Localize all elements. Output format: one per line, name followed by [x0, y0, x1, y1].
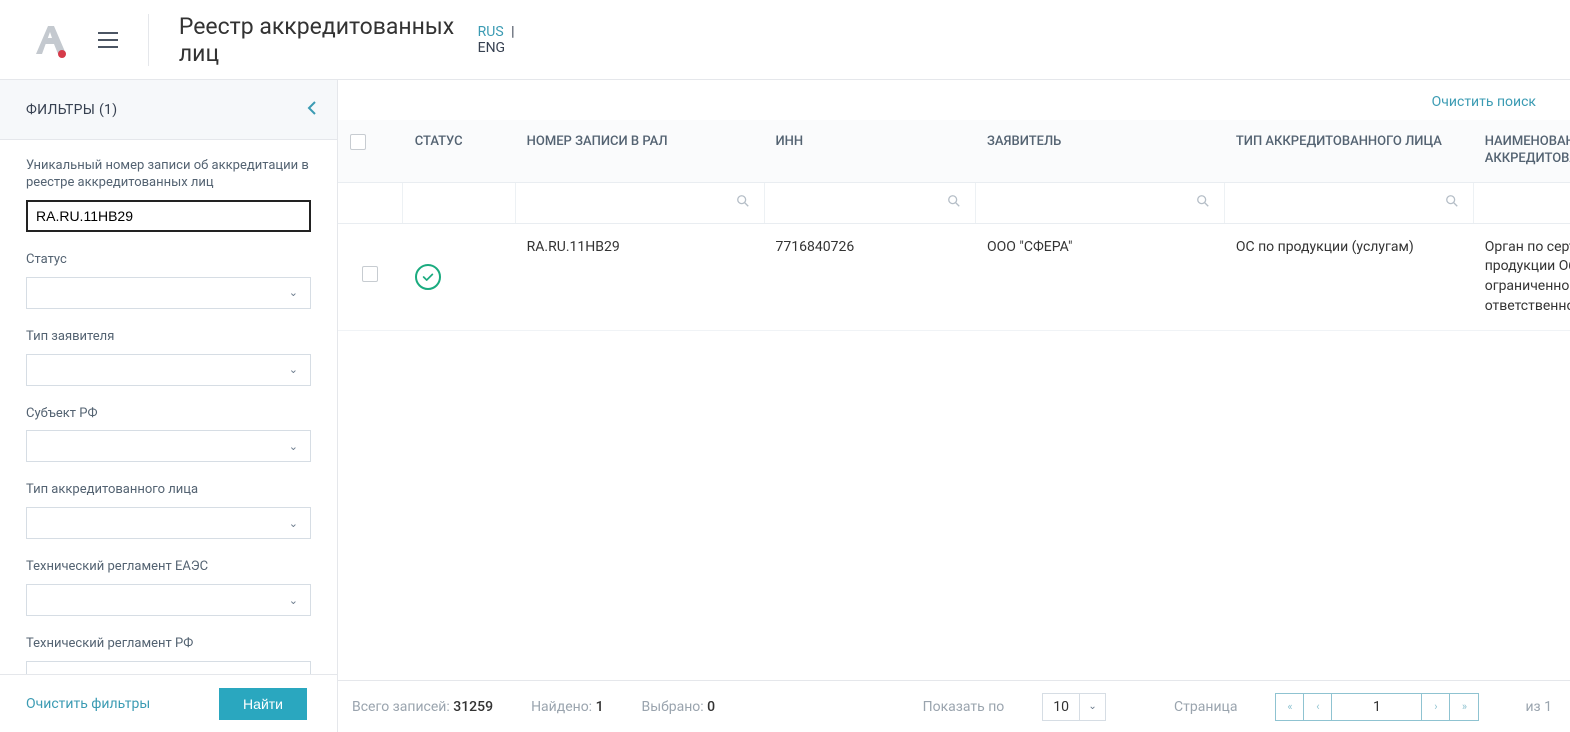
pager-prev[interactable]: ‹	[1304, 694, 1332, 720]
chevron-down-icon: ⌄	[289, 517, 298, 530]
filter-select-accredited-type[interactable]: ⌄	[26, 507, 311, 539]
col-filter-type[interactable]	[1224, 183, 1473, 223]
page-total: 1	[1544, 699, 1552, 715]
col-header-status[interactable]: СТАТУС	[403, 120, 515, 182]
find-button[interactable]: Найти	[219, 688, 307, 720]
filters-title: ФИЛЬТРЫ (1)	[26, 102, 117, 118]
col-filter-applicant[interactable]	[975, 183, 1224, 223]
col-header-name[interactable]: НАИМЕНОВАНИЕ АККРЕДИТОВАННОГО ЛИЦА	[1473, 120, 1570, 182]
pager-first[interactable]: «	[1276, 694, 1304, 720]
filter-label-status: Статус	[26, 252, 311, 269]
filter-label-accredited-type: Тип аккредитованного лица	[26, 482, 311, 499]
page-label: Страница	[1174, 699, 1237, 715]
pager-next[interactable]: ›	[1422, 694, 1450, 720]
status-ok-icon	[415, 264, 441, 290]
results-table-wrap[interactable]: СТАТУС НОМЕР ЗАПИСИ В РАЛ ИНН ЗАЯВИТЕЛЬ …	[338, 120, 1570, 680]
page-total-prefix: из	[1525, 699, 1540, 715]
clear-search-link[interactable]: Очистить поиск	[1432, 94, 1536, 110]
pager: « ‹ 1 › »	[1275, 693, 1479, 721]
menu-icon[interactable]	[94, 28, 122, 52]
lang-eng[interactable]: ENG	[478, 40, 505, 56]
collapse-icon[interactable]	[307, 99, 317, 120]
results-table: СТАТУС НОМЕР ЗАПИСИ В РАЛ ИНН ЗАЯВИТЕЛЬ …	[338, 120, 1570, 331]
search-icon	[1196, 194, 1210, 212]
col-header-number[interactable]: НОМЕР ЗАПИСИ В РАЛ	[515, 120, 764, 182]
filter-select-rf[interactable]: ⌄	[26, 661, 311, 674]
col-filter-inn[interactable]	[764, 183, 976, 223]
filter-input-uniq[interactable]	[26, 200, 311, 232]
selected-value: 0	[707, 699, 715, 715]
cell-applicant: ООО "СФЕРА"	[975, 223, 1224, 330]
chevron-down-icon: ⌄	[289, 363, 298, 376]
cell-inn: 7716840726	[764, 223, 976, 330]
selected-label: Выбрано:	[642, 699, 704, 715]
filter-select-status[interactable]: ⌄	[26, 277, 311, 309]
chevron-down-icon: ⌄	[289, 440, 298, 453]
filter-label-uniq: Уникальный номер записи об аккредитации …	[26, 158, 311, 192]
filter-select-applicant-type[interactable]: ⌄	[26, 354, 311, 386]
show-by-label: Показать по	[923, 699, 1005, 715]
cell-type: ОС по продукции (услугам)	[1224, 223, 1473, 330]
total-label: Всего записей:	[352, 699, 450, 715]
search-icon	[1445, 194, 1459, 212]
chevron-down-icon: ⌄	[289, 594, 298, 607]
filter-label-applicant-type: Тип заявителя	[26, 329, 311, 346]
divider	[148, 14, 149, 66]
chevron-down-icon: ⌄	[289, 286, 298, 299]
found-value: 1	[596, 699, 604, 715]
col-header-type[interactable]: ТИП АККРЕДИТОВАННОГО ЛИЦА	[1224, 120, 1473, 182]
search-icon	[947, 194, 961, 212]
select-all-checkbox[interactable]	[350, 134, 366, 150]
footer-bar: Всего записей: 31259 Найдено: 1 Выбрано:…	[338, 680, 1570, 732]
logo	[30, 20, 70, 60]
per-page-value: 10	[1043, 699, 1079, 715]
chevron-down-icon: ⌄	[289, 671, 298, 674]
topbar: Реестр аккредитованных лиц RUS | ENG	[0, 0, 1570, 80]
filter-label-eaes: Технический регламент ЕАЭС	[26, 559, 311, 576]
table-row[interactable]: RA.RU.11НВ29 7716840726 ООО "СФЕРА" ОС п…	[338, 223, 1570, 330]
filter-label-rf: Технический регламент РФ	[26, 636, 311, 653]
filter-select-eaes[interactable]: ⌄	[26, 584, 311, 616]
filters-sidebar: ФИЛЬТРЫ (1) Уникальный номер записи об а…	[0, 80, 338, 732]
chevron-down-icon: ⌄	[1079, 694, 1105, 720]
lang-sep: |	[511, 24, 514, 40]
cell-name: Орган по сертификации продукции Общества…	[1473, 223, 1570, 330]
lang-rus[interactable]: RUS	[478, 24, 504, 40]
col-filter-number[interactable]	[515, 183, 764, 223]
row-checkbox[interactable]	[362, 266, 378, 282]
page-title: Реестр аккредитованных лиц	[179, 13, 458, 67]
col-header-applicant[interactable]: ЗАЯВИТЕЛЬ	[975, 120, 1224, 182]
filter-select-subject[interactable]: ⌄	[26, 430, 311, 462]
pager-current[interactable]: 1	[1332, 694, 1422, 720]
filter-label-subject: Субъект РФ	[26, 406, 311, 423]
found-label: Найдено:	[531, 699, 592, 715]
col-header-inn[interactable]: ИНН	[764, 120, 976, 182]
pager-last[interactable]: »	[1450, 694, 1478, 720]
cell-number: RA.RU.11НВ29	[515, 223, 764, 330]
search-icon	[736, 194, 750, 212]
total-value: 31259	[453, 699, 493, 715]
per-page-select[interactable]: 10 ⌄	[1042, 693, 1106, 721]
clear-filters-link[interactable]: Очистить фильтры	[26, 696, 150, 712]
col-filter-name[interactable]	[1473, 183, 1570, 223]
